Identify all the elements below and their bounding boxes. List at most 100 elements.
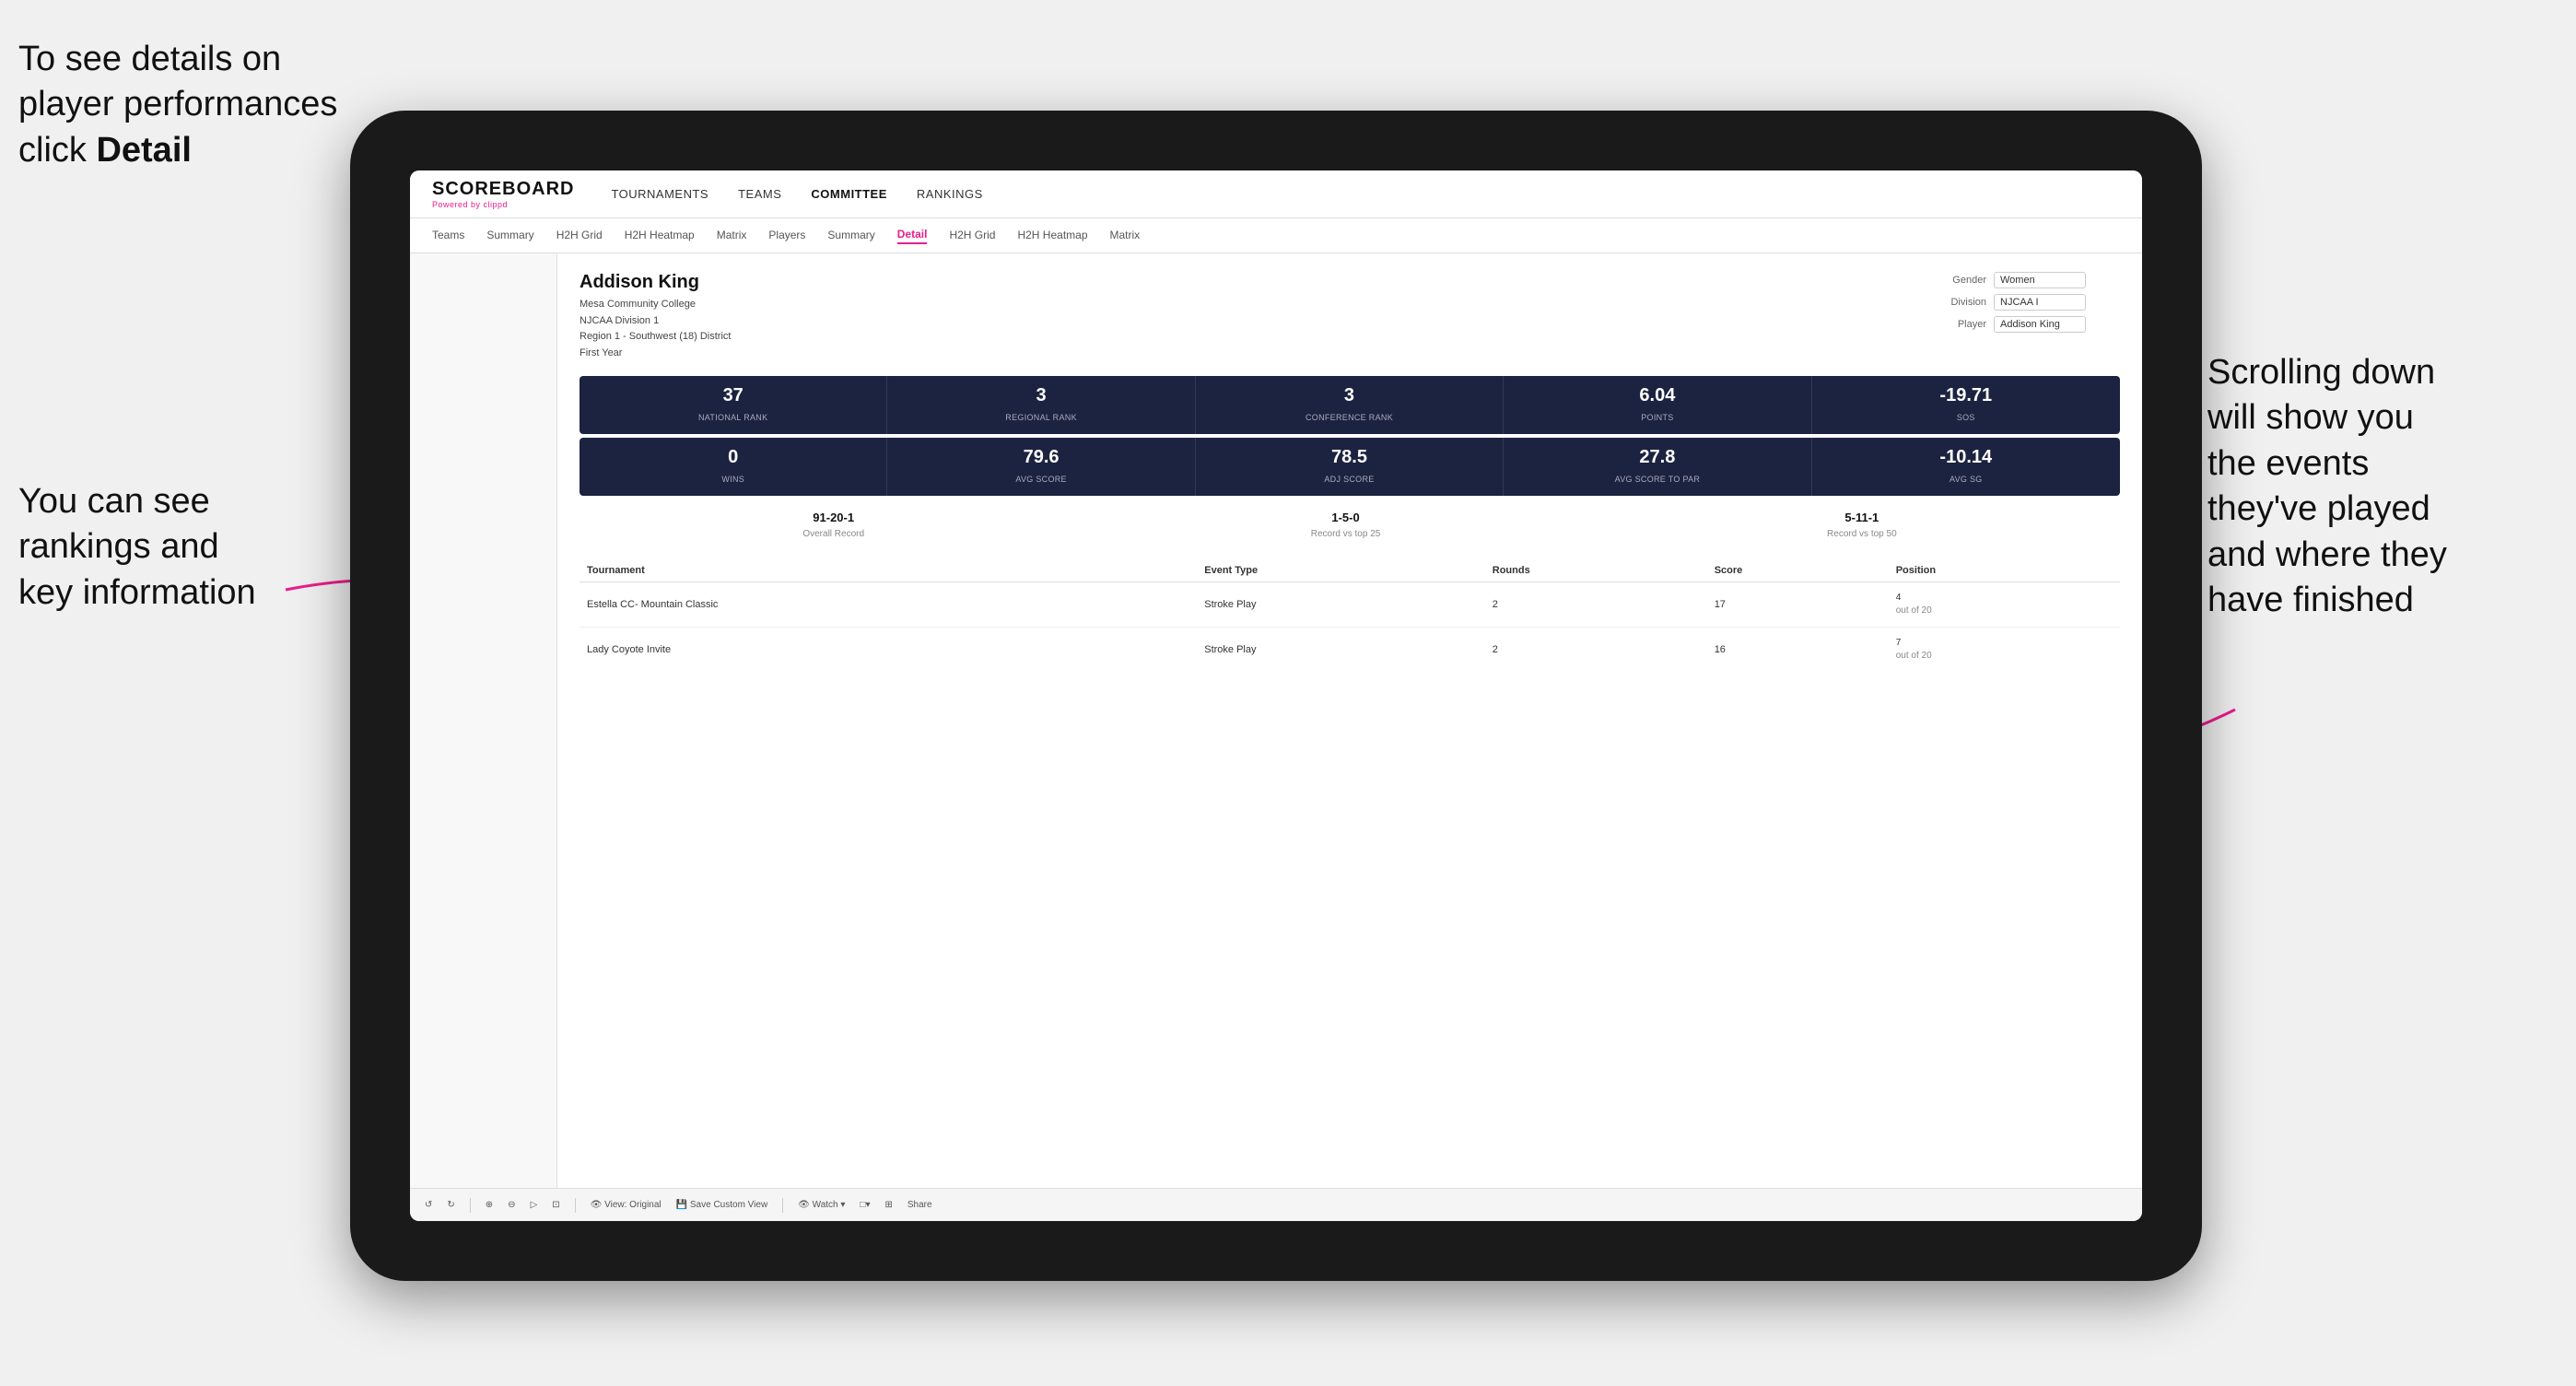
annotation-br-l6: have finished: [2207, 581, 2414, 619]
stat-points: 6.04 Points: [1504, 376, 1811, 434]
gender-label: Gender: [1936, 275, 1986, 286]
record-overall: 91-20-1 Overall Record: [802, 511, 864, 541]
sub-nav-players[interactable]: Players: [768, 229, 805, 243]
td-tournament-2: Lady Coyote Invite: [580, 628, 1197, 673]
stat-avg-score: 79.6 Avg Score: [887, 438, 1195, 496]
sub-nav-teams[interactable]: Teams: [432, 229, 464, 243]
stat-adj-score: 78.5 Adj Score: [1196, 438, 1504, 496]
annotation-bl-l1: You can see: [18, 482, 210, 521]
nav-items: TOURNAMENTS TEAMS COMMITTEE RANKINGS: [611, 187, 982, 201]
stat-avg-sg: -10.14 Avg SG: [1812, 438, 2120, 496]
td-position-2: 7out of 20: [1889, 628, 2120, 673]
player-region: Region 1 - Southwest (18) District: [580, 329, 731, 346]
toolbar-share[interactable]: Share: [907, 1200, 932, 1210]
sub-nav-matrix2[interactable]: Matrix: [1110, 229, 1141, 243]
nav-committee[interactable]: COMMITTEE: [811, 187, 887, 201]
logo-sub: Powered by clippd: [432, 200, 574, 209]
player-label: Player: [1936, 319, 1986, 330]
right-content: Addison King Mesa Community College NJCA…: [557, 253, 2142, 1188]
annotation-tl-bold: Detail: [96, 131, 191, 170]
stat-sos: -19.71 SoS: [1812, 376, 2120, 434]
toolbar-screen[interactable]: □▾: [860, 1200, 870, 1210]
bottom-toolbar: ↺ ↻ ⊕ ⊖ ▷ ⊡ 👁 View: Original 💾 Save Cust…: [410, 1188, 2142, 1221]
sub-nav-summary[interactable]: Summary: [486, 229, 533, 243]
toolbar-save-custom[interactable]: 💾 Save Custom View: [676, 1200, 768, 1210]
main-content: Addison King Mesa Community College NJCA…: [410, 253, 2142, 1188]
player-info: Addison King Mesa Community College NJCA…: [580, 272, 731, 361]
stat-regional-rank: 3 Regional Rank: [887, 376, 1195, 434]
nav-bar: SCOREBOARD Powered by clippd TOURNAMENTS…: [410, 170, 2142, 218]
nav-teams[interactable]: TEAMS: [738, 187, 781, 201]
nav-rankings[interactable]: RANKINGS: [917, 187, 983, 201]
td-tournament-1: Estella CC- Mountain Classic: [580, 582, 1197, 628]
division-select[interactable]: NJCAA I: [1994, 294, 2086, 311]
annotation-br-l5: and where they: [2207, 535, 2447, 574]
stats-grid-row2: 0 Wins 79.6 Avg Score 78.5 Adj Score 27.…: [580, 438, 2120, 496]
player-controls: Gender Women Division NJCAA I: [1936, 272, 2120, 333]
stats-grid-row1: 37 National Rank 3 Regional Rank 3 Confe…: [580, 376, 2120, 434]
gender-control: Gender Women: [1936, 272, 2120, 288]
sub-nav-h2h-grid[interactable]: H2H Grid: [556, 229, 603, 243]
sub-nav-detail[interactable]: Detail: [897, 228, 928, 244]
annotation-bl-l2: rankings and: [18, 527, 219, 566]
sub-nav-matrix[interactable]: Matrix: [717, 229, 747, 243]
toolbar-zoom-out[interactable]: ⊖: [508, 1200, 515, 1210]
player-school: Mesa Community College: [580, 297, 731, 313]
record-row: 91-20-1 Overall Record 1-5-0 Record vs t…: [580, 507, 2120, 545]
toolbar-divider-3: [782, 1198, 783, 1213]
th-event-type: Event Type: [1197, 559, 1485, 582]
sub-nav-h2h-heatmap2[interactable]: H2H Heatmap: [1017, 229, 1087, 243]
annotation-bottom-right: Scrolling down will show you the events …: [2207, 350, 2558, 623]
toolbar-divider-1: [470, 1198, 471, 1213]
sub-nav-summary2[interactable]: Summary: [827, 229, 874, 243]
toolbar-redo[interactable]: ↻: [447, 1200, 454, 1210]
th-position: Position: [1889, 559, 2120, 582]
division-control: Division NJCAA I: [1936, 294, 2120, 311]
tournament-table: Tournament Event Type Rounds Score Posit…: [580, 559, 2120, 672]
toolbar-watch[interactable]: 👁 Watch ▾: [798, 1200, 845, 1210]
annotation-br-l3: the events: [2207, 444, 2369, 483]
table-row: Estella CC- Mountain Classic Stroke Play…: [580, 582, 2120, 628]
td-rounds-1: 2: [1485, 582, 1707, 628]
player-select[interactable]: Addison King: [1994, 316, 2086, 333]
tablet-screen: SCOREBOARD Powered by clippd TOURNAMENTS…: [410, 170, 2142, 1221]
annotation-bl-l3: key information: [18, 573, 256, 612]
record-top50: 5-11-1 Record vs top 50: [1827, 511, 1897, 541]
toolbar-grid[interactable]: ⊡: [552, 1200, 559, 1210]
player-year: First Year: [580, 346, 731, 362]
player-control: Player Addison King: [1936, 316, 2120, 333]
left-panel: [410, 253, 557, 1188]
record-top25: 1-5-0 Record vs top 25: [1311, 511, 1381, 541]
th-score: Score: [1707, 559, 1889, 582]
toolbar-undo[interactable]: ↺: [425, 1200, 432, 1210]
tablet-frame: SCOREBOARD Powered by clippd TOURNAMENTS…: [350, 111, 2202, 1281]
player-name: Addison King: [580, 272, 731, 293]
annotation-br-l4: they've played: [2207, 489, 2430, 528]
division-label: Division: [1936, 297, 1986, 308]
stat-avg-score-par: 27.8 Avg Score to Par: [1504, 438, 1811, 496]
logo-text: SCOREBOARD: [432, 179, 574, 200]
stat-wins: 0 Wins: [580, 438, 887, 496]
td-event-type-2: Stroke Play: [1197, 628, 1485, 673]
td-score-2: 16: [1707, 628, 1889, 673]
th-tournament: Tournament: [580, 559, 1197, 582]
toolbar-view-original[interactable]: 👁 View: Original: [591, 1200, 662, 1210]
toolbar-layout[interactable]: ⊞: [884, 1200, 892, 1210]
table-row: Lady Coyote Invite Stroke Play 2 16 7out…: [580, 628, 2120, 673]
th-rounds: Rounds: [1485, 559, 1707, 582]
player-division: NJCAA Division 1: [580, 313, 731, 330]
nav-tournaments[interactable]: TOURNAMENTS: [611, 187, 708, 201]
td-position-1: 4out of 20: [1889, 582, 2120, 628]
annotation-top-left: To see details on player performances cl…: [18, 37, 369, 173]
annotation-br-l1: Scrolling down: [2207, 353, 2435, 392]
toolbar-fit[interactable]: ▷: [531, 1200, 538, 1210]
toolbar-zoom-in[interactable]: ⊕: [486, 1200, 493, 1210]
stat-conference-rank: 3 Conference Rank: [1196, 376, 1504, 434]
td-score-1: 17: [1707, 582, 1889, 628]
sub-nav-h2h-grid2[interactable]: H2H Grid: [949, 229, 995, 243]
sub-nav: Teams Summary H2H Grid H2H Heatmap Matri…: [410, 218, 2142, 253]
td-event-type-1: Stroke Play: [1197, 582, 1485, 628]
sub-nav-h2h-heatmap[interactable]: H2H Heatmap: [625, 229, 695, 243]
stat-national-rank: 37 National Rank: [580, 376, 887, 434]
gender-select[interactable]: Women: [1994, 272, 2086, 288]
